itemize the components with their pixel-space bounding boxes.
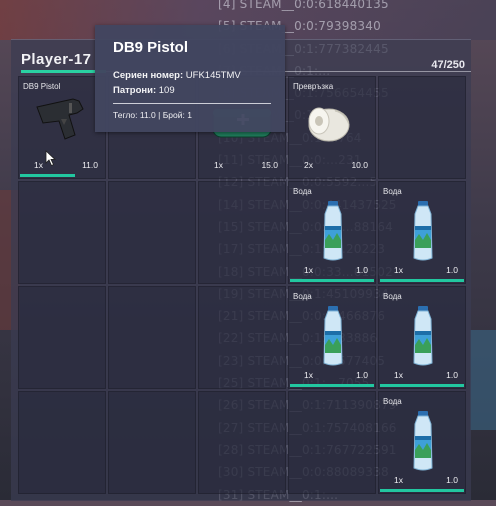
inventory-grid: DB9 Pistol 1x 11.0 1x 15.0 Превръзка 2x 10.0 Вод… <box>18 76 466 501</box>
water-bottle-icon <box>408 200 438 267</box>
water-bottle-icon <box>318 200 348 267</box>
mouse-cursor-icon <box>45 150 57 167</box>
tooltip-serial-row: Сериен номер: UFK145TMV <box>113 70 241 81</box>
empty-inventory-slot[interactable] <box>198 286 286 389</box>
item-label: Вода <box>383 397 402 406</box>
empty-inventory-slot[interactable] <box>108 391 196 494</box>
item-quantity: 1x <box>394 475 403 485</box>
item-weight: 10.0 <box>351 160 368 170</box>
item-durability-bar <box>290 384 374 387</box>
inventory-slot[interactable]: Вода 1x 1.0 <box>288 181 376 284</box>
empty-inventory-slot[interactable] <box>18 286 106 389</box>
inventory-slot[interactable]: Превръзка 2x 10.0 <box>288 76 376 179</box>
empty-inventory-slot[interactable] <box>378 76 466 179</box>
item-durability-bar <box>20 174 75 177</box>
item-label: Вода <box>383 292 402 301</box>
player-name-underline <box>21 70 106 73</box>
inventory-slot[interactable]: Вода 1x 1.0 <box>378 181 466 284</box>
item-label: DB9 Pistol <box>23 82 61 91</box>
item-quantity: 1x <box>304 370 313 380</box>
empty-inventory-slot[interactable] <box>108 181 196 284</box>
pistol-icon <box>33 95 91 150</box>
item-quantity: 1x <box>394 265 403 275</box>
water-bottle-icon <box>408 410 438 477</box>
item-weight: 1.0 <box>446 370 458 380</box>
tooltip-serial-value: UFK145TMV <box>185 70 241 81</box>
item-durability-bar <box>380 279 464 282</box>
item-weight: 11.0 <box>82 160 98 170</box>
empty-inventory-slot[interactable] <box>198 391 286 494</box>
inventory-slot[interactable]: Вода 1x 1.0 <box>378 391 466 494</box>
item-quantity: 1x <box>304 265 313 275</box>
item-weight: 1.0 <box>356 265 368 275</box>
inventory-slot[interactable]: Вода 1x 1.0 <box>378 286 466 389</box>
tooltip-footer: Тегло: 11.0 | Брой: 1 <box>113 110 192 120</box>
water-bottle-icon <box>408 305 438 372</box>
player-name: Player-17 <box>21 51 92 68</box>
item-weight: 1.0 <box>446 475 458 485</box>
tooltip-ammo-row: Патрони: 109 <box>113 85 175 96</box>
tooltip-ammo-value: 109 <box>158 85 175 96</box>
item-quantity: 1x <box>34 160 43 170</box>
item-label: Вода <box>293 292 312 301</box>
item-label: Превръзка <box>293 82 334 91</box>
item-weight: 1.0 <box>356 370 368 380</box>
item-label: Вода <box>293 187 312 196</box>
item-quantity: 1x <box>394 370 403 380</box>
tooltip-ammo-label: Патрони: <box>113 85 157 96</box>
tooltip-divider <box>113 103 271 104</box>
item-weight: 15.0 <box>261 160 278 170</box>
empty-inventory-slot[interactable] <box>18 181 106 284</box>
tooltip-title: DB9 Pistol <box>113 39 189 56</box>
empty-inventory-slot[interactable] <box>108 286 196 389</box>
item-durability-bar <box>380 489 464 492</box>
bandage-roll-icon <box>305 99 357 150</box>
item-durability-bar <box>290 279 374 282</box>
water-bottle-icon <box>318 305 348 372</box>
inventory-capacity: 47/250 <box>431 59 465 71</box>
item-quantity: 1x <box>214 160 223 170</box>
inventory-slot[interactable]: DB9 Pistol 1x 11.0 <box>18 76 106 179</box>
item-label: Вода <box>383 187 402 196</box>
empty-inventory-slot[interactable] <box>18 391 106 494</box>
empty-inventory-slot[interactable] <box>288 391 376 494</box>
item-tooltip: DB9 Pistol Сериен номер: UFK145TMV Патро… <box>95 25 285 132</box>
item-weight: 1.0 <box>446 265 458 275</box>
inventory-slot[interactable]: Вода 1x 1.0 <box>288 286 376 389</box>
item-quantity: 2x <box>304 160 313 170</box>
empty-inventory-slot[interactable] <box>198 181 286 284</box>
item-durability-bar <box>380 384 464 387</box>
console-line: [4] STEAM__0:0:618440135 <box>218 0 389 11</box>
tooltip-serial-label: Сериен номер: <box>113 70 184 81</box>
